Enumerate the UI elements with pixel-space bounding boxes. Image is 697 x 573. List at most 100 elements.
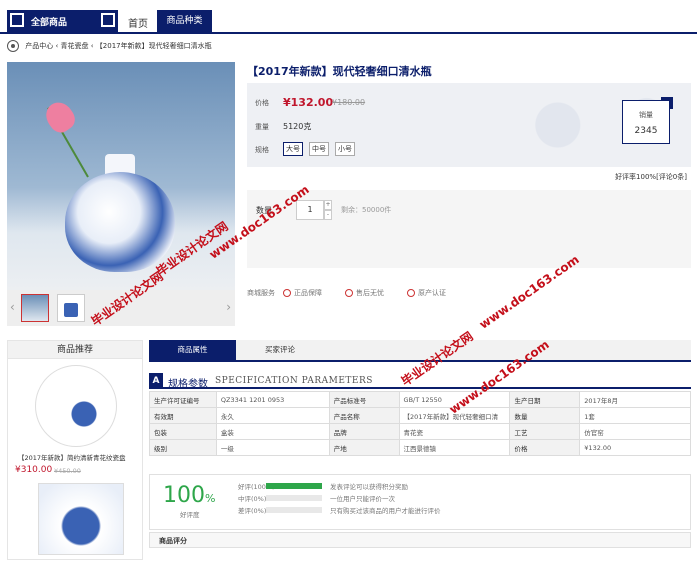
spec-title-cn: 规格参数	[168, 379, 208, 390]
tulip-flower	[40, 97, 80, 137]
good-rating-fill	[266, 483, 322, 489]
spec-value: 青花瓷	[398, 423, 511, 440]
thumbnail-1[interactable]	[21, 294, 49, 322]
bad-rating-label: 差评(0%)	[238, 507, 267, 515]
spec-value: 仿官窑	[579, 423, 691, 440]
service-label: 商城服务	[247, 289, 275, 297]
spec-key: 有效期	[149, 407, 217, 424]
product-main-image[interactable]	[7, 62, 235, 290]
spec-key: 品牌	[328, 423, 400, 440]
all-categories-label: 全部商品	[31, 18, 68, 28]
size-label: 规格	[255, 146, 269, 154]
breadcrumb: 产品中心 ‹ 青花瓷盘 ‹ 【2017年新款】现代轻奢细口清水瓶	[7, 40, 212, 54]
pattern-icon	[101, 13, 115, 27]
breadcrumb-root[interactable]: 产品中心	[25, 42, 53, 50]
rating-score: 100%	[163, 483, 215, 508]
original-price: ¥180.00	[332, 98, 366, 107]
rating-score-unit: %	[205, 492, 216, 505]
spec-value: 江西景德镇	[398, 439, 511, 456]
spec-key: 级别	[149, 439, 217, 456]
spec-title-en: SPECIFICATION PARAMETERS	[215, 376, 373, 386]
spec-letter: A	[149, 373, 163, 389]
spec-key: 包装	[149, 423, 217, 440]
vase-body	[65, 172, 175, 272]
nav-category-tab[interactable]: 商品种类	[157, 10, 212, 32]
mid-rating-bar	[266, 495, 322, 501]
next-arrow-icon[interactable]: ›	[226, 300, 231, 314]
all-categories-button[interactable]: 全部商品	[7, 10, 118, 32]
spec-value: QZ3341 1201 0953	[215, 391, 330, 408]
check-icon	[407, 289, 415, 297]
spec-value: 盒装	[215, 423, 330, 440]
price-panel: 价格 ¥132.00 ¥180.00 重量 5120克 规格 大号 中号 小号 销量…	[247, 83, 691, 167]
quantity-panel: 数量 1 + - 剩余：50000件	[247, 190, 691, 268]
spec-value: 1套	[579, 407, 691, 424]
good-rating-bar	[266, 483, 322, 489]
good-rate-text: 好评率100%[评论0条]	[615, 173, 687, 181]
quantity-increase-button[interactable]: +	[324, 200, 332, 210]
corner-decoration	[661, 97, 673, 109]
size-options: 大号 中号 小号	[283, 142, 361, 156]
recommend-plate-image[interactable]	[35, 365, 117, 447]
breadcrumb-separator: ‹	[90, 42, 94, 50]
service-item: 原产认证	[418, 289, 446, 297]
rating-panel: 100% 好评度 好评(100%) 发表评论可以获得积分奖励 中评(0%) 一位…	[149, 474, 691, 530]
rating-note-3: 只有购买过该商品的用户才能进行评价	[330, 507, 441, 515]
size-option-large[interactable]: 大号	[283, 142, 303, 156]
spec-key: 生产许可证编号	[149, 391, 217, 408]
weight-value: 5120克	[283, 122, 312, 131]
recommend-item-name[interactable]: 【2017年新款】简约清新青花纹瓷盘	[18, 452, 126, 462]
breadcrumb-level1[interactable]: 青花瓷盘	[61, 42, 89, 50]
breadcrumb-current: 【2017年新款】现代轻奢细口清水瓶	[95, 42, 212, 50]
location-icon	[7, 40, 19, 52]
rating-note-2: 一位用户只能评价一次	[330, 495, 395, 503]
spec-table: 生产许可证编号 QZ3341 1201 0953 产品标准号 GB/T 12550 …	[149, 391, 691, 456]
recommend-bowl-image[interactable]	[38, 483, 124, 555]
recommend-item-old-price: ¥450.00	[54, 467, 81, 475]
recommend-item-price: ¥310.00	[15, 465, 53, 475]
service-item: 正品保障	[294, 289, 322, 297]
prev-arrow-icon[interactable]: ‹	[10, 300, 15, 314]
table-row: 包装 盒装 品牌 青花瓷 工艺 仿官窑	[149, 423, 691, 440]
spec-key: 数量	[509, 407, 581, 424]
spec-key: 产地	[328, 439, 400, 456]
top-nav: 全部商品 首页 商品种类	[0, 10, 697, 34]
recommend-panel: 商品推荐 【2017年新款】简约清新青花纹瓷盘 ¥310.00 ¥450.00	[7, 340, 143, 560]
spec-key: 生产日期	[509, 391, 581, 408]
rating-sub-label: 好评度	[180, 511, 200, 519]
spec-value: 2017年8月	[579, 391, 691, 408]
spec-key: 产品标准号	[328, 391, 400, 408]
rating-score-value: 100	[163, 483, 205, 508]
spec-value: 永久	[215, 407, 330, 424]
sales-badge: 销量 2345	[622, 97, 673, 144]
table-row: 有效期 永久 产品名称 【2017年新款】现代轻奢细口清 数量 1套	[149, 407, 691, 424]
table-row: 生产许可证编号 QZ3341 1201 0953 产品标准号 GB/T 12550 …	[149, 391, 691, 408]
bad-rating-bar	[266, 507, 322, 513]
quantity-decrease-button[interactable]: -	[324, 210, 332, 220]
price-label: 价格	[255, 99, 269, 107]
size-option-small[interactable]: 小号	[335, 142, 355, 156]
nav-home-link[interactable]: 首页	[128, 15, 148, 30]
spec-value: ¥132.00	[579, 439, 691, 456]
sales-label: 销量	[639, 111, 653, 119]
quantity-input[interactable]: 1	[296, 200, 324, 220]
stock-text: 剩余：50000件	[341, 206, 392, 214]
recommend-title: 商品推荐	[8, 341, 142, 359]
check-icon	[345, 289, 353, 297]
thumbnail-2[interactable]	[57, 294, 85, 322]
spec-value: 一级	[215, 439, 330, 456]
rating-note-1: 发表评论可以获得积分奖励	[330, 483, 408, 491]
tab-reviews[interactable]: 买家评论	[237, 340, 323, 360]
size-option-medium[interactable]: 中号	[309, 142, 329, 156]
table-row: 级别 一级 产地 江西景德镇 价格 ¥132.00	[149, 439, 691, 456]
spec-key: 工艺	[509, 423, 581, 440]
spec-key: 价格	[509, 439, 581, 456]
product-title: 【2017年新款】现代轻奢细口清水瓶	[247, 65, 432, 78]
current-price: ¥132.00	[283, 96, 334, 109]
weight-label: 重量	[255, 123, 269, 131]
spec-key: 产品名称	[328, 407, 400, 424]
breadcrumb-separator: ‹	[55, 42, 59, 50]
review-score-header: 商品评分	[149, 532, 691, 548]
tab-attributes[interactable]: 商品属性	[149, 340, 236, 360]
sales-value: 2345	[634, 126, 658, 136]
